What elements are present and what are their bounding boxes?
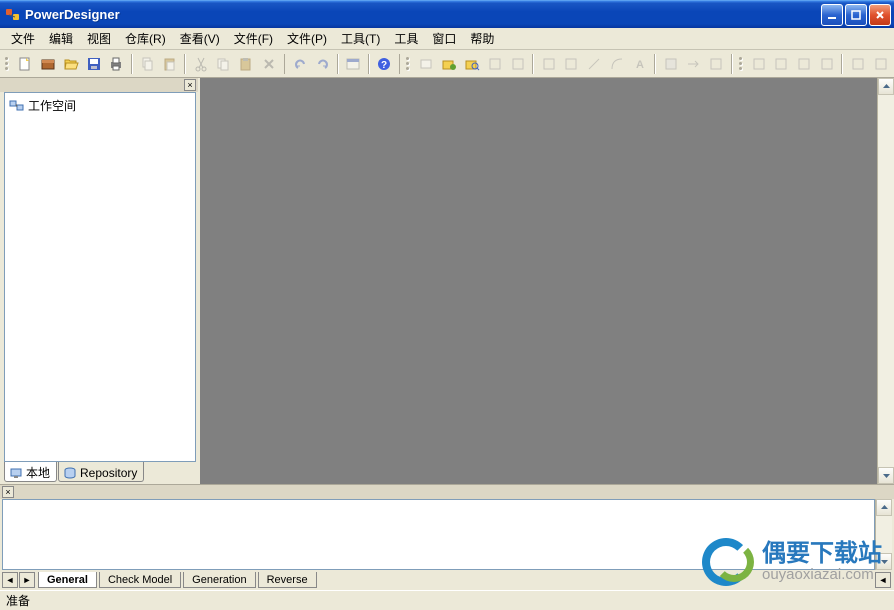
- sidebar: × 工作空间 本地 Repository: [0, 78, 200, 484]
- menu-help[interactable]: 帮助: [463, 28, 501, 49]
- toolbar: ? A: [0, 50, 894, 78]
- menu-look[interactable]: 查看(V): [173, 28, 227, 49]
- paste2-button[interactable]: [236, 53, 257, 75]
- window-title: PowerDesigner: [25, 7, 821, 22]
- workspace-icon: [9, 99, 25, 113]
- menu-file[interactable]: 文件: [4, 28, 42, 49]
- btn-find[interactable]: [416, 53, 437, 75]
- toolbar-grip-2[interactable]: [406, 53, 412, 75]
- btn-e1[interactable]: [847, 53, 868, 75]
- paste-button[interactable]: [160, 53, 181, 75]
- canvas-scrollbar[interactable]: [877, 78, 894, 484]
- menu-repository[interactable]: 仓库(R): [118, 28, 173, 49]
- help-button[interactable]: ?: [374, 53, 395, 75]
- btn-repo-find[interactable]: [462, 53, 483, 75]
- svg-text:?: ?: [381, 60, 387, 71]
- menu-tools-t[interactable]: 工具(T): [334, 28, 387, 49]
- sidebar-tabs: 本地 Repository: [0, 462, 198, 484]
- btn-text[interactable]: A: [629, 53, 650, 75]
- btn-a2[interactable]: [507, 53, 528, 75]
- output-header: ×: [0, 485, 894, 499]
- btn-d3[interactable]: [794, 53, 815, 75]
- toolbar-grip-3[interactable]: [739, 53, 745, 75]
- copy-button[interactable]: [137, 53, 158, 75]
- workspace-node[interactable]: 工作空间: [8, 96, 192, 115]
- output-scrollbar[interactable]: [875, 499, 892, 570]
- minimize-button[interactable]: [821, 4, 843, 26]
- svg-text:A: A: [636, 59, 644, 71]
- project-button[interactable]: [37, 53, 58, 75]
- status-bar: 准备: [0, 590, 894, 610]
- main-area: × 工作空间 本地 Repository: [0, 78, 894, 485]
- tab-nav-next[interactable]: ►: [19, 572, 35, 588]
- btn-c3[interactable]: [706, 53, 727, 75]
- open-button[interactable]: [60, 53, 81, 75]
- btn-d2[interactable]: [771, 53, 792, 75]
- output-close-button[interactable]: ×: [2, 486, 14, 498]
- btn-d1[interactable]: [748, 53, 769, 75]
- sidebar-header: ×: [0, 78, 198, 92]
- print-button[interactable]: [106, 53, 127, 75]
- tab-general[interactable]: General: [38, 572, 97, 588]
- btn-d4[interactable]: [817, 53, 838, 75]
- menu-tools[interactable]: 工具: [387, 28, 425, 49]
- btn-c2[interactable]: [683, 53, 704, 75]
- local-icon: [9, 466, 23, 480]
- output-scroll-up[interactable]: [876, 499, 892, 516]
- save-button[interactable]: [83, 53, 104, 75]
- menu-edit[interactable]: 编辑: [42, 28, 80, 49]
- toolbar-grip[interactable]: [5, 53, 11, 75]
- undo-button[interactable]: [289, 53, 310, 75]
- btn-b2[interactable]: [561, 53, 582, 75]
- new-button[interactable]: [15, 53, 36, 75]
- btn-e2[interactable]: [870, 53, 891, 75]
- menu-window[interactable]: 窗口: [425, 28, 463, 49]
- redo-button[interactable]: [312, 53, 333, 75]
- menu-file-p[interactable]: 文件(P): [280, 28, 334, 49]
- title-bar: PowerDesigner: [0, 0, 894, 28]
- output-panel: × ◄ ► General Check Model Generation Rev…: [0, 485, 894, 590]
- scroll-track[interactable]: [878, 95, 894, 467]
- menu-bar: 文件 编辑 视图 仓库(R) 查看(V) 文件(F) 文件(P) 工具(T) 工…: [0, 28, 894, 50]
- status-text: 准备: [6, 592, 30, 609]
- btn-b1[interactable]: [538, 53, 559, 75]
- sidebar-close-button[interactable]: ×: [184, 79, 196, 91]
- btn-c1[interactable]: [660, 53, 681, 75]
- tab-check-model[interactable]: Check Model: [99, 572, 181, 588]
- object-browser[interactable]: 工作空间: [4, 92, 196, 462]
- tab-local[interactable]: 本地: [4, 462, 57, 482]
- maximize-button[interactable]: [845, 4, 867, 26]
- btn-line[interactable]: [584, 53, 605, 75]
- delete-button[interactable]: [259, 53, 280, 75]
- tab-generation[interactable]: Generation: [183, 572, 255, 588]
- tab-nav-prev2[interactable]: ◄: [875, 572, 891, 588]
- menu-view[interactable]: 视图: [80, 28, 118, 49]
- mdi-canvas: [200, 78, 894, 484]
- scroll-up-button[interactable]: [878, 78, 894, 95]
- cut-button[interactable]: [190, 53, 211, 75]
- output-tabs: ◄ ► General Check Model Generation Rever…: [0, 570, 894, 590]
- properties-button[interactable]: [343, 53, 364, 75]
- tab-reverse[interactable]: Reverse: [258, 572, 317, 588]
- workspace-label: 工作空间: [28, 97, 76, 114]
- btn-arc[interactable]: [607, 53, 628, 75]
- app-icon: [5, 7, 21, 23]
- repository-icon: [63, 466, 77, 480]
- btn-a1[interactable]: [485, 53, 506, 75]
- copy2-button[interactable]: [213, 53, 234, 75]
- btn-repo-open[interactable]: [439, 53, 460, 75]
- close-button[interactable]: [869, 4, 891, 26]
- tab-nav-prev[interactable]: ◄: [2, 572, 18, 588]
- scroll-down-button[interactable]: [878, 467, 894, 484]
- menu-file-f[interactable]: 文件(F): [227, 28, 280, 49]
- output-scroll-down[interactable]: [876, 553, 892, 570]
- output-text[interactable]: [2, 499, 875, 570]
- tab-repository[interactable]: Repository: [58, 462, 144, 482]
